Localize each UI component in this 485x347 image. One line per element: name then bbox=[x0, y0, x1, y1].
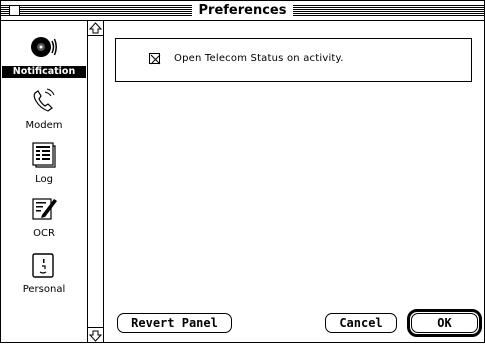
sidebar-scrollbar[interactable] bbox=[88, 21, 104, 342]
close-box[interactable] bbox=[9, 5, 20, 16]
sidebar-item-label: Modem bbox=[25, 120, 63, 131]
notification-panel: Open Telecom Status on activity. bbox=[115, 38, 472, 82]
sidebar-item-label: Notification bbox=[2, 66, 86, 78]
cancel-button[interactable]: Cancel bbox=[325, 313, 397, 333]
window-title: Preferences bbox=[191, 2, 294, 19]
sidebar-item-modem[interactable]: Modem bbox=[1, 87, 87, 133]
document-list-icon bbox=[30, 141, 58, 169]
pen-document-icon bbox=[30, 195, 58, 223]
phone-icon bbox=[30, 87, 58, 115]
sidebar-item-ocr[interactable]: OCR bbox=[1, 195, 87, 241]
preferences-window: Preferences Notification Modem Log OCR P… bbox=[0, 0, 485, 343]
open-telecom-status-option[interactable]: Open Telecom Status on activity. bbox=[149, 53, 344, 65]
open-telecom-status-checkbox[interactable] bbox=[149, 53, 161, 65]
sidebar: Notification Modem Log OCR Personal bbox=[1, 21, 88, 342]
sidebar-item-log[interactable]: Log bbox=[1, 141, 87, 187]
sidebar-item-label: Log bbox=[35, 174, 53, 185]
sidebar-item-notification[interactable]: Notification bbox=[1, 33, 87, 79]
checkbox-label: Open Telecom Status on activity. bbox=[174, 53, 344, 64]
sidebar-item-label: Personal bbox=[22, 284, 66, 295]
scroll-up-arrow-icon[interactable] bbox=[88, 21, 103, 36]
person-face-icon bbox=[30, 251, 58, 279]
sidebar-item-label: OCR bbox=[33, 228, 55, 239]
ok-button[interactable]: OK bbox=[411, 313, 478, 333]
title-bar[interactable]: Preferences bbox=[1, 1, 484, 21]
sidebar-item-personal[interactable]: Personal bbox=[1, 251, 87, 297]
revert-panel-button[interactable]: Revert Panel bbox=[117, 313, 232, 333]
scroll-down-arrow-icon[interactable] bbox=[88, 327, 103, 342]
speaker-icon bbox=[30, 33, 58, 61]
